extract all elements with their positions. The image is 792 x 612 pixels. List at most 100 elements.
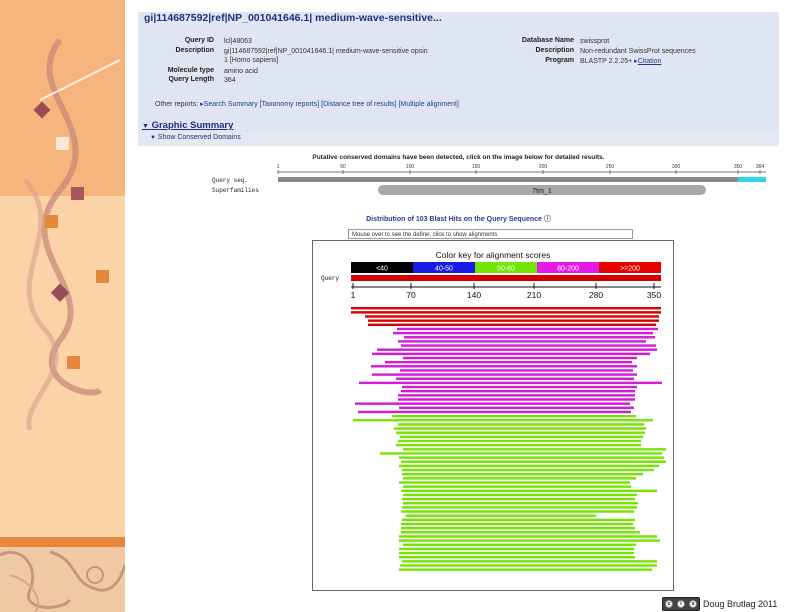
hit-bar bbox=[368, 319, 659, 322]
cd-tick-label: 250 bbox=[606, 164, 615, 170]
description-label: Description bbox=[175, 47, 214, 54]
hit-bar bbox=[365, 315, 659, 318]
hit-bar bbox=[401, 531, 640, 534]
graphic-summary-heading: Graphic Summary bbox=[151, 120, 234, 131]
color-key-label: <40 bbox=[376, 266, 388, 273]
molecule-type-value: amino acid bbox=[224, 68, 258, 75]
hit-bar bbox=[358, 410, 631, 414]
hit-bar bbox=[402, 518, 635, 522]
scale-tick-label: 1 bbox=[351, 290, 356, 300]
hit-bar bbox=[401, 344, 656, 347]
hit-bar bbox=[396, 443, 641, 447]
db-description-value: Non-redundant SwissProt sequences bbox=[580, 48, 696, 55]
hit-bar bbox=[401, 489, 657, 492]
hit-bar bbox=[400, 435, 643, 439]
hit-bar bbox=[400, 564, 657, 567]
sa-icon: s bbox=[689, 600, 697, 608]
hit-bar bbox=[399, 551, 634, 555]
hit-bar bbox=[399, 556, 635, 559]
help-icon[interactable]: ⓘ bbox=[544, 216, 551, 223]
query-length-value: 364 bbox=[224, 77, 236, 84]
decorative-side-panel bbox=[0, 0, 125, 612]
blast-results-screenshot: gi|114687592|ref|NP_001041646.1| medium-… bbox=[138, 12, 779, 597]
distribution-title-text: Distribution of 103 Blast Hits on the Qu… bbox=[366, 216, 542, 223]
cd-tick-label: 350 bbox=[734, 164, 743, 170]
hit-bar bbox=[402, 560, 657, 563]
query-seq-end-bar bbox=[738, 177, 766, 182]
hit-bar bbox=[399, 535, 657, 538]
hit-bar bbox=[402, 506, 637, 509]
color-key-label: 40-50 bbox=[435, 266, 453, 273]
citation-link[interactable]: Citation bbox=[638, 58, 662, 65]
color-key-title: Color key for alignment scores bbox=[436, 250, 551, 260]
putative-domains-message: Putative conserved domains have been det… bbox=[312, 154, 605, 161]
program-label: Program bbox=[545, 57, 574, 64]
color-key-label: >=200 bbox=[620, 266, 640, 273]
hit-bar bbox=[403, 493, 637, 497]
hit-bar bbox=[397, 327, 658, 331]
hit-bar bbox=[399, 539, 660, 542]
hit-bar bbox=[401, 390, 635, 393]
graphic-summary-toggle[interactable]: ▼ Graphic Summary bbox=[142, 120, 233, 131]
program-value: BLASTP 2.2.25+ ▸Citation bbox=[580, 57, 661, 66]
color-key-label: 80-200 bbox=[557, 266, 579, 273]
program-name: BLASTP 2.2.25+ bbox=[580, 58, 633, 65]
hit-bar bbox=[403, 543, 636, 546]
hit-bar bbox=[353, 419, 653, 422]
scale-tick-label: 280 bbox=[589, 290, 603, 300]
creative-commons-badge: c i s bbox=[662, 597, 700, 611]
by-icon: i bbox=[677, 600, 685, 608]
superfamilies-label: Superfamilies bbox=[212, 187, 259, 194]
database-name-value: swissprot bbox=[580, 38, 610, 45]
query-id-value: lcl|48063 bbox=[224, 38, 252, 45]
hit-bar bbox=[404, 336, 655, 339]
cd-tick-label: 300 bbox=[672, 164, 681, 170]
hit-bar bbox=[351, 311, 661, 314]
hit-bar bbox=[399, 456, 664, 459]
conserved-domains-image[interactable]: 1 50 100 150 200 250 300 350 364 Query seq. Supe… bbox=[138, 162, 779, 202]
hit-bar bbox=[371, 365, 637, 368]
hit-bar bbox=[401, 510, 634, 513]
domain-7tm1-label: 7tm_1 bbox=[532, 188, 552, 195]
hit-bar bbox=[399, 568, 652, 571]
query-length-label: Query Length bbox=[168, 76, 214, 83]
hit-bar bbox=[393, 331, 653, 335]
hit-bar bbox=[396, 431, 645, 434]
cc-icon: c bbox=[665, 600, 673, 608]
show-conserved-domains-toggle[interactable]: ▼ Show Conserved Domains bbox=[150, 134, 241, 141]
hit-bar bbox=[399, 406, 634, 409]
hit-bar bbox=[372, 352, 650, 356]
other-reports-links[interactable]: Search Summary [Taxonomy reports] [Dista… bbox=[204, 101, 459, 108]
hit-bar bbox=[398, 439, 641, 443]
hit-bar bbox=[403, 356, 637, 360]
hit-bar bbox=[392, 414, 636, 418]
query-seq-label: Query seq. bbox=[212, 177, 248, 184]
hit-bar bbox=[402, 468, 654, 472]
query-label: Query bbox=[321, 275, 339, 282]
hit-bar bbox=[399, 464, 659, 468]
cd-tick-label: 1 bbox=[277, 164, 280, 170]
hit-bar bbox=[385, 360, 632, 364]
hit-bar bbox=[377, 348, 657, 351]
hit-bar bbox=[380, 452, 662, 455]
collapse-triangle-icon: ▼ bbox=[142, 123, 149, 130]
hit-bar bbox=[398, 398, 635, 401]
hit-bar bbox=[399, 481, 630, 484]
color-key-label: 50-80 bbox=[497, 266, 515, 273]
scale-tick-label: 140 bbox=[467, 290, 481, 300]
hit-bar bbox=[372, 373, 637, 376]
hit-bar bbox=[351, 307, 661, 310]
query-id-label: Query ID bbox=[184, 37, 214, 44]
hit-bar bbox=[398, 340, 646, 343]
hit-bar bbox=[401, 526, 635, 530]
hit-bar bbox=[355, 402, 630, 405]
database-name-label: Database Name bbox=[521, 37, 574, 44]
cd-tick-label: 100 bbox=[406, 164, 415, 170]
blast-hits-graphic[interactable]: Color key for alignment scores <40 40-50 50… bbox=[312, 240, 674, 591]
hit-bar bbox=[401, 522, 633, 526]
hit-bar bbox=[403, 485, 631, 488]
hit-bar bbox=[402, 497, 635, 501]
blast-hits-svg[interactable]: Color key for alignment scores <40 40-50 50… bbox=[313, 241, 673, 590]
hit-bar bbox=[359, 381, 662, 385]
hit-bar bbox=[406, 514, 596, 517]
